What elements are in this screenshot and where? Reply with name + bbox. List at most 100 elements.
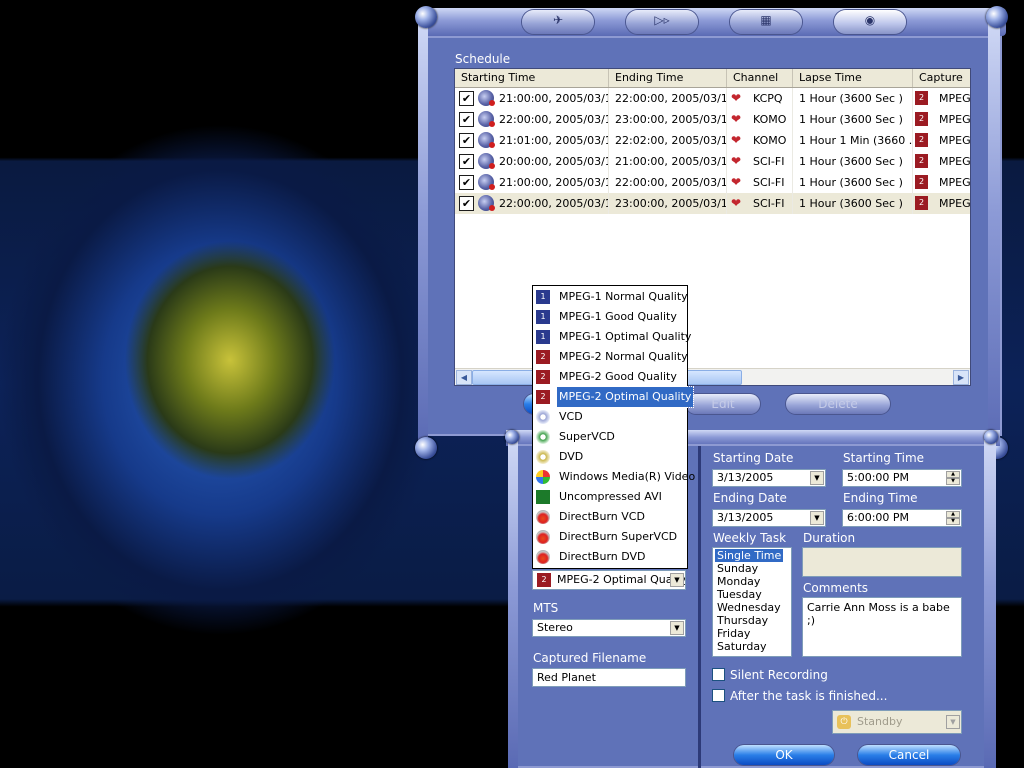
capture-format-cell: MPEG xyxy=(939,197,971,210)
chevron-down-icon[interactable]: ▼ xyxy=(670,621,684,635)
start-time-cell: 21:01:00, 2005/03/16 xyxy=(499,134,609,147)
burn-disc-icon xyxy=(536,530,550,544)
table-row[interactable]: ✔ 22:00:00, 2005/03/15 23:00:00, 2005/03/1… xyxy=(455,109,970,130)
schedule-panel-left-rail xyxy=(418,20,428,450)
satellite-icon xyxy=(478,153,495,169)
enable-checkbox[interactable]: ✔ xyxy=(459,196,474,211)
enable-checkbox[interactable]: ✔ xyxy=(459,154,474,169)
dropdown-option[interactable]: 1 MPEG-1 Normal Quality xyxy=(533,287,688,307)
enable-checkbox[interactable]: ✔ xyxy=(459,133,474,148)
mpeg2-icon: 2 xyxy=(915,154,928,168)
enable-checkbox[interactable]: ✔ xyxy=(459,175,474,190)
satellite-icon xyxy=(478,174,495,190)
column-header-ending-time[interactable]: Ending Time xyxy=(609,69,727,87)
table-row[interactable]: ✔ 21:00:00, 2005/03/14 22:00:00, 2005/03/1… xyxy=(455,88,970,109)
dropdown-option[interactable]: 1 MPEG-1 Good Quality xyxy=(533,307,687,327)
end-time-cell: 21:00:00, 2005/03/18 xyxy=(609,151,727,172)
after-task-action-value: Standby xyxy=(857,715,903,728)
dropdown-option-label: DirectBurn DVD xyxy=(559,550,646,563)
weekly-task-option[interactable]: Thursday xyxy=(715,614,770,627)
cancel-button[interactable]: Cancel xyxy=(858,745,960,765)
weekly-task-list[interactable]: Single Time Sunday Monday Tuesday Wednesday T… xyxy=(712,547,792,657)
weekly-task-option[interactable]: Friday xyxy=(715,627,752,640)
weekly-task-option[interactable]: Tuesday xyxy=(715,588,764,601)
dropdown-option[interactable]: SuperVCD xyxy=(533,427,687,447)
dropdown-option[interactable]: 2 MPEG-2 Good Quality xyxy=(533,367,687,387)
spin-up-icon[interactable]: ▲ xyxy=(946,511,960,518)
editor-knob-left xyxy=(505,430,519,444)
dropdown-option[interactable]: DirectBurn VCD xyxy=(533,507,687,527)
silent-recording-checkbox[interactable] xyxy=(712,668,725,681)
weekly-task-option[interactable]: Sunday xyxy=(715,562,760,575)
settings-icon: ✈ xyxy=(552,13,564,27)
dropdown-option-label: MPEG-1 Normal Quality xyxy=(559,290,688,303)
dropdown-option-label: DirectBurn SuperVCD xyxy=(559,530,678,543)
spin-up-icon[interactable]: ▲ xyxy=(946,471,960,478)
lapse-time-cell: 1 Hour (3600 Sec ) xyxy=(793,172,913,193)
column-header-channel[interactable]: Channel xyxy=(727,69,793,87)
capture-format-select[interactable]: 2 MPEG-2 Optimal Quality ▼ xyxy=(532,570,686,590)
ending-time-label: Ending Time xyxy=(843,491,918,505)
mpeg1-icon: 1 xyxy=(536,290,550,304)
weekly-task-option[interactable]: Saturday xyxy=(715,640,769,653)
captured-filename-input[interactable]: Red Planet xyxy=(532,668,686,687)
after-task-checkbox[interactable] xyxy=(712,689,725,702)
starting-time-spinner[interactable]: 5:00:00 PM ▲ ▼ xyxy=(842,469,962,487)
dropdown-option[interactable]: VCD xyxy=(533,407,687,427)
mpeg2-icon: 2 xyxy=(536,350,550,364)
satellite-icon xyxy=(478,90,495,106)
dropdown-option[interactable]: 2 MPEG-2 Normal Quality xyxy=(533,347,688,367)
disc-yellow-icon xyxy=(536,450,550,464)
spin-down-icon[interactable]: ▼ xyxy=(946,518,960,525)
mpeg2-icon: 2 xyxy=(915,175,928,189)
chevron-down-icon[interactable]: ▼ xyxy=(810,471,824,485)
chevron-down-icon[interactable]: ▼ xyxy=(810,511,824,525)
channel-cell: KCPQ xyxy=(753,92,783,105)
scroll-left-button[interactable]: ◀ xyxy=(456,370,472,385)
starting-date-picker[interactable]: 3/13/2005 ▼ xyxy=(712,469,826,487)
dropdown-option[interactable]: 1 MPEG-1 Optimal Quality xyxy=(533,327,691,347)
ending-date-picker[interactable]: 3/13/2005 ▼ xyxy=(712,509,826,527)
spin-down-icon[interactable]: ▼ xyxy=(946,478,960,485)
capture-format-dropdown-list[interactable]: 1 MPEG-1 Normal Quality 1 MPEG-1 Good Quali… xyxy=(532,285,695,569)
dropdown-option-label: Uncompressed AVI xyxy=(559,490,662,503)
editor-divider xyxy=(698,446,701,768)
mpeg2-icon: 2 xyxy=(536,370,550,384)
toolbar-tab-3[interactable]: ▦ xyxy=(730,10,802,34)
scroll-right-button[interactable]: ▶ xyxy=(953,370,969,385)
weekly-task-option[interactable]: Single Time xyxy=(715,549,784,562)
mts-select[interactable]: Stereo ▼ xyxy=(532,619,686,637)
enable-checkbox[interactable]: ✔ xyxy=(459,91,474,106)
ok-button[interactable]: OK xyxy=(734,745,834,765)
dropdown-option[interactable]: DVD xyxy=(533,447,687,467)
weekly-task-option[interactable]: Wednesday xyxy=(715,601,783,614)
dropdown-option[interactable]: DirectBurn SuperVCD xyxy=(533,527,687,547)
delete-button[interactable]: Delete xyxy=(786,394,890,414)
disc-icon xyxy=(536,410,550,424)
weekly-task-option[interactable]: Monday xyxy=(715,575,762,588)
top-window-title-bar xyxy=(420,8,1006,36)
dropdown-option[interactable]: Windows Media(R) Video xyxy=(533,467,695,487)
table-row[interactable]: ✔ 21:00:00, 2005/03/18 22:00:00, 2005/03/1… xyxy=(455,172,970,193)
dropdown-option[interactable]: 2 MPEG-2 Optimal Quality xyxy=(533,386,695,408)
column-header-starting-time[interactable]: Starting Time xyxy=(455,69,609,87)
table-row[interactable]: ✔ 22:00:00, 2005/03/18 23:00:00, 2005/03/1… xyxy=(455,193,970,214)
column-header-capture-format[interactable]: Capture F xyxy=(913,69,970,102)
toolbar-tab-1[interactable]: ✈ xyxy=(522,10,594,34)
column-header-lapse-time[interactable]: Lapse Time xyxy=(793,69,913,87)
table-row[interactable]: ✔ 20:00:00, 2005/03/18 21:00:00, 2005/03/1… xyxy=(455,151,970,172)
comments-textarea[interactable]: Carrie Ann Moss is a babe ;) xyxy=(802,597,962,657)
chevron-down-icon[interactable]: ▼ xyxy=(670,573,684,587)
table-row[interactable]: ✔ 21:01:00, 2005/03/16 22:02:00, 2005/03/1… xyxy=(455,130,970,151)
toolbar-tab-schedule[interactable]: ◉ xyxy=(834,10,906,34)
toolbar-tab-2[interactable]: ▷▹ xyxy=(626,10,698,34)
dropdown-option[interactable]: Uncompressed AVI xyxy=(533,487,687,507)
channel-cell: KOMO xyxy=(753,113,787,126)
schedule-title: Schedule xyxy=(455,52,511,66)
edit-button[interactable]: Edit xyxy=(686,394,760,414)
enable-checkbox[interactable]: ✔ xyxy=(459,112,474,127)
ending-time-spinner[interactable]: 6:00:00 PM ▲ ▼ xyxy=(842,509,962,527)
weekly-task-label: Weekly Task xyxy=(713,531,787,545)
heart-icon: ❤ xyxy=(731,133,742,147)
dropdown-option[interactable]: DirectBurn DVD xyxy=(533,547,687,567)
